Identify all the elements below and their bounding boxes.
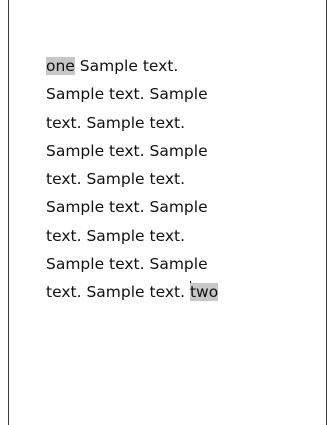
page-left-border xyxy=(8,0,9,425)
text-line: text. Sample text. two xyxy=(46,278,306,306)
page-right-border xyxy=(326,0,327,425)
selected-word-one[interactable]: one xyxy=(46,57,75,75)
line-text: text. Sample text. xyxy=(46,283,190,302)
text-line: text. Sample text. xyxy=(46,226,186,245)
text-line: Sample text. Sample xyxy=(46,141,208,160)
line-text: Sample text. xyxy=(74,57,179,75)
text-content[interactable]: one Sample text. Sample text. Sample tex… xyxy=(46,52,306,307)
text-line: Sample text. Sample xyxy=(46,255,208,274)
text-line: text. Sample text. xyxy=(46,170,186,189)
text-line: text. Sample text. xyxy=(46,113,186,132)
text-line: Sample text. Sample xyxy=(46,85,208,104)
selected-word-two[interactable]: two xyxy=(189,283,219,302)
text-line: Sample text. Sample xyxy=(46,198,208,217)
text-line: one Sample text. xyxy=(46,52,306,80)
document-page: one Sample text. Sample text. Sample tex… xyxy=(0,0,329,425)
